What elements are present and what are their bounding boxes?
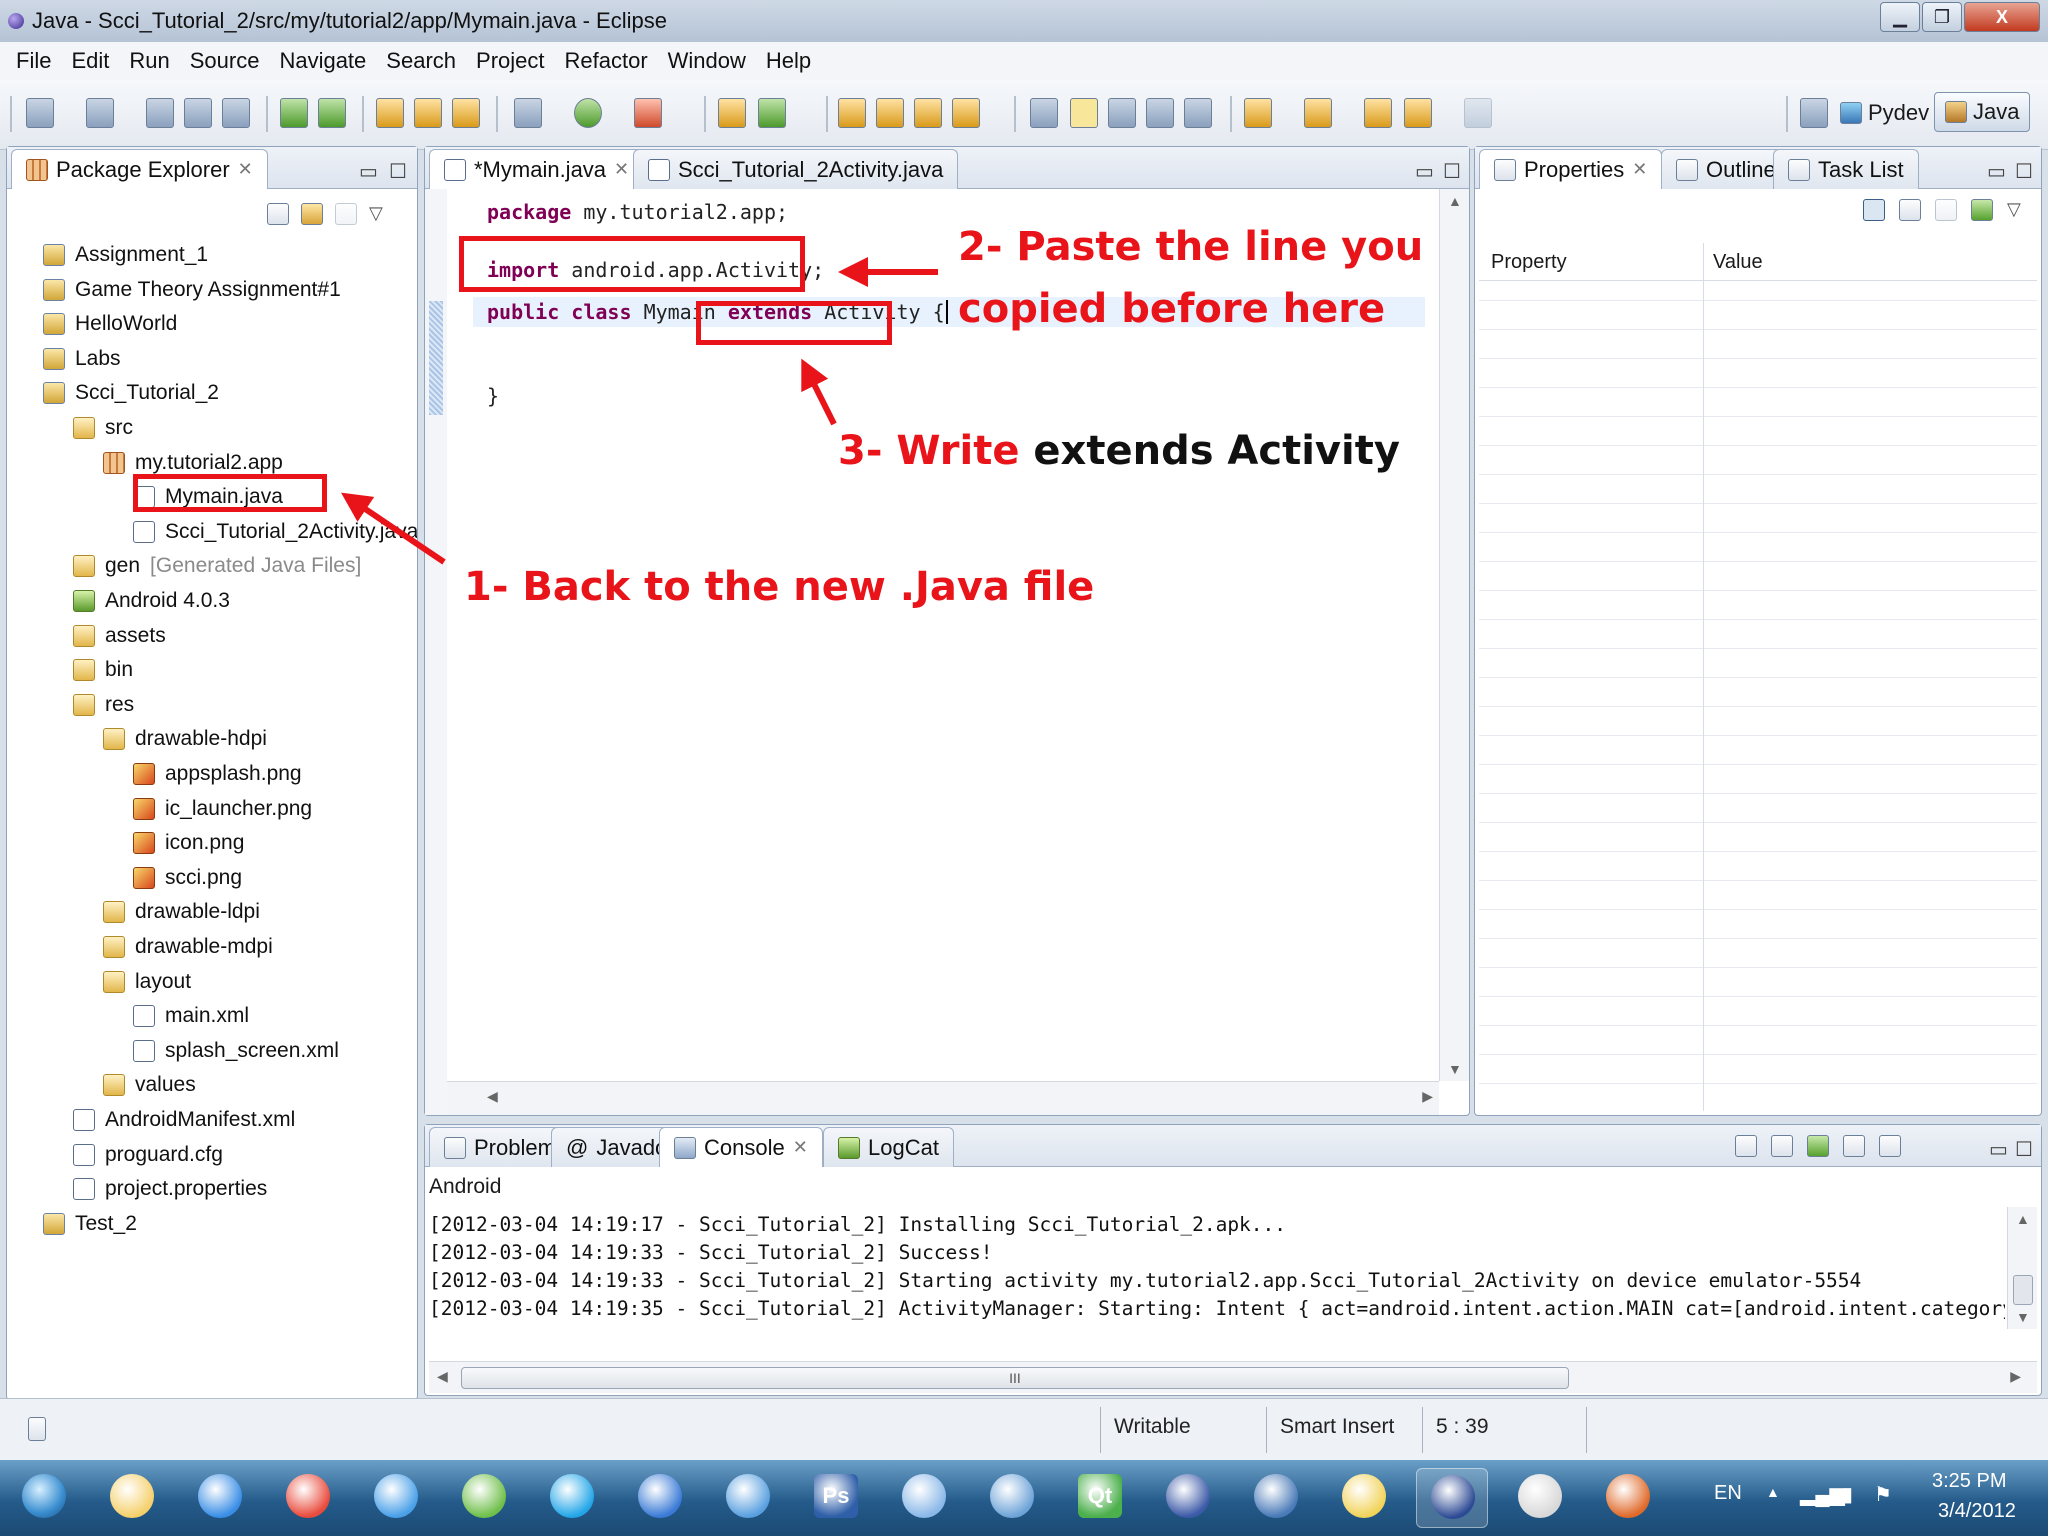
taskbar-paint[interactable]: [888, 1468, 960, 1528]
taskbar-skype[interactable]: [536, 1468, 608, 1528]
skype-icon: [550, 1474, 594, 1518]
safari-icon: [374, 1474, 418, 1518]
taskbar-itunes[interactable]: [624, 1468, 696, 1528]
taskbar-sticky-notes[interactable]: [1328, 1468, 1400, 1528]
taskbar-quicktime[interactable]: [712, 1468, 784, 1528]
chrome-icon: [286, 1474, 330, 1518]
status-writable: Writable: [1114, 1415, 1191, 1438]
arrow-to-mymain: [341, 492, 446, 565]
status-bar: Writable Smart Insert 5 : 39: [0, 1398, 2048, 1460]
tray-expand-icon[interactable]: ▲: [1766, 1484, 1780, 1500]
taskbar-eclipse[interactable]: [1152, 1468, 1224, 1528]
language-indicator[interactable]: EN: [1714, 1482, 1742, 1505]
paint-icon: [902, 1474, 946, 1518]
status-separator: [1266, 1407, 1267, 1453]
clock-date[interactable]: 3/4/2012: [1938, 1500, 2016, 1523]
annotation-step2-line1: 2- Paste the line you: [958, 224, 1424, 270]
annotation-step3-prefix: 3- Write: [838, 428, 1020, 474]
taskbar-messenger[interactable]: [448, 1468, 520, 1528]
quicktime-icon: [726, 1474, 770, 1518]
explorer-icon: [110, 1474, 154, 1518]
city-app-icon: [1254, 1474, 1298, 1518]
annotation-step1: 1- Back to the new .Java file: [464, 564, 1095, 610]
status-separator: [1586, 1407, 1587, 1453]
fast-view-icon[interactable]: [28, 1417, 46, 1441]
qt-creator-icon: Qt: [1078, 1474, 1122, 1518]
status-separator: [1100, 1407, 1101, 1453]
annotation-step2-line2: copied before here: [958, 286, 1386, 332]
action-center-icon[interactable]: ⚑: [1874, 1482, 1892, 1507]
windows-taskbar: Ps Qt EN ▲ ▂▄▆ ▮ ⚑ 3:25 PM 3/4/2012: [0, 1460, 2048, 1536]
status-insert-mode: Smart Insert: [1280, 1415, 1395, 1438]
taskbar-city-app[interactable]: [1240, 1468, 1312, 1528]
sticky-notes-icon: [1342, 1474, 1386, 1518]
taskbar-infinity-app[interactable]: [976, 1468, 1048, 1528]
office-app-icon: [1606, 1474, 1650, 1518]
annotation-step3-suffix: extends Activity: [1033, 428, 1400, 474]
annotation-step3: 3- Write extends Activity: [838, 420, 1400, 482]
eclipse-icon: [1166, 1474, 1210, 1518]
infinity-app-icon: [990, 1474, 1034, 1518]
eclipse-active-icon: [1431, 1475, 1475, 1519]
status-separator: [1422, 1407, 1423, 1453]
taskbar-office-app[interactable]: [1592, 1468, 1664, 1528]
status-cursor-position: 5 : 39: [1436, 1415, 1489, 1438]
itunes-icon: [638, 1474, 682, 1518]
photoshop-icon: Ps: [814, 1474, 858, 1518]
taskbar-viewer-app[interactable]: [1504, 1468, 1576, 1528]
start-button[interactable]: [8, 1468, 80, 1528]
taskbar-internet-explorer[interactable]: [184, 1468, 256, 1528]
network-icon[interactable]: ▂▄▆: [1800, 1482, 1845, 1507]
taskbar-explorer[interactable]: [96, 1468, 168, 1528]
taskbar-safari[interactable]: [360, 1468, 432, 1528]
messenger-icon: [462, 1474, 506, 1518]
clock-time[interactable]: 3:25 PM: [1932, 1470, 2006, 1493]
viewer-app-icon: [1518, 1474, 1562, 1518]
taskbar-eclipse-active[interactable]: [1416, 1468, 1488, 1528]
power-icon[interactable]: ▮: [1842, 1482, 1853, 1507]
arrow-to-extends: [801, 358, 837, 426]
taskbar-photoshop[interactable]: Ps: [800, 1468, 872, 1528]
windows-start-icon: [22, 1474, 66, 1518]
internet-explorer-icon: [198, 1474, 242, 1518]
taskbar-chrome[interactable]: [272, 1468, 344, 1528]
taskbar-qt-creator[interactable]: Qt: [1064, 1468, 1136, 1528]
